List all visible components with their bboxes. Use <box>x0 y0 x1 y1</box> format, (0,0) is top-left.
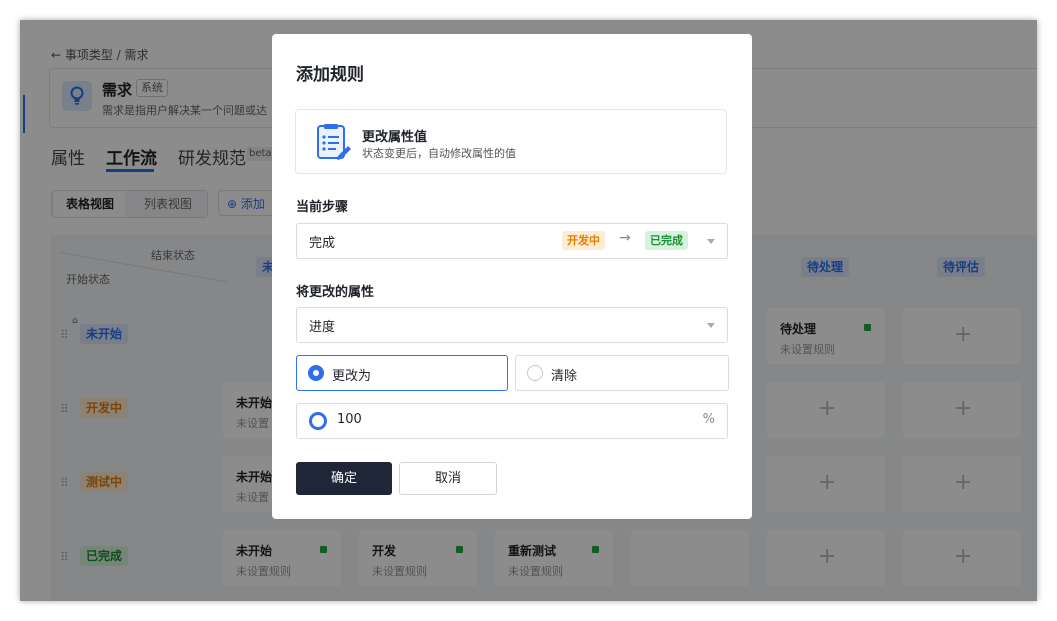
action-type-description: 状态变更后，自动修改属性的值 <box>362 147 516 160</box>
percent-unit: % <box>702 412 715 427</box>
chevron-down-icon <box>707 239 715 244</box>
radio-selected-icon <box>308 365 324 381</box>
property-label: 将更改的属性 <box>296 285 375 300</box>
action-type-title: 更改属性值 <box>362 130 428 145</box>
current-step-value: 完成 <box>309 236 336 251</box>
progress-input[interactable]: 100 % <box>296 403 728 439</box>
chevron-down-icon <box>707 323 715 328</box>
change-to-label: 更改为 <box>332 369 372 384</box>
to-state-badge: 已完成 <box>645 231 688 250</box>
action-type-card: 更改属性值 状态变更后，自动修改属性的值 <box>295 109 727 174</box>
change-to-option[interactable]: 更改为 <box>296 355 508 391</box>
cancel-button[interactable]: 取消 <box>399 462 497 495</box>
add-rule-dialog: 添加规则 更改属性值 状态变更后，自动修改属性的值 当前步骤 完成 开发中 → … <box>272 34 752 519</box>
progress-ring-icon <box>309 412 327 430</box>
current-step-label: 当前步骤 <box>296 200 349 215</box>
progress-value: 100 <box>337 412 362 427</box>
clear-option[interactable]: 清除 <box>515 355 729 391</box>
clear-label: 清除 <box>551 369 578 384</box>
from-state-badge: 开发中 <box>562 231 605 250</box>
arrow-right-icon: → <box>619 230 631 246</box>
current-step-select[interactable]: 完成 开发中 → 已完成 <box>296 223 728 259</box>
radio-unselected-icon <box>527 365 543 381</box>
form-edit-icon <box>316 124 352 166</box>
dialog-title: 添加规则 <box>296 65 364 85</box>
property-select[interactable]: 进度 <box>296 307 728 343</box>
confirm-button[interactable]: 确定 <box>296 462 392 495</box>
property-value: 进度 <box>309 320 336 335</box>
